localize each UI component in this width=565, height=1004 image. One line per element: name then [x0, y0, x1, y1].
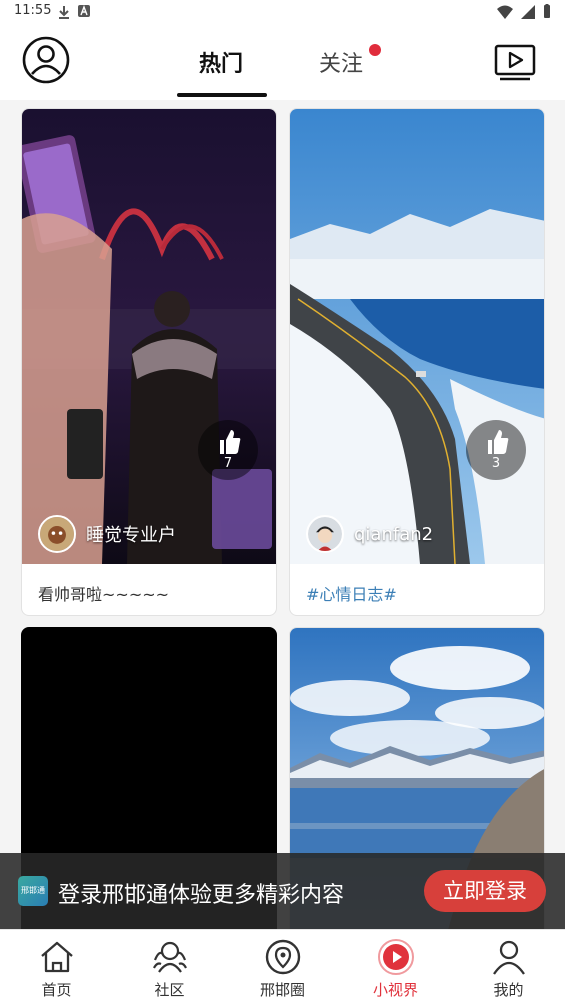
video-feed: 7 睡觉专业户 看帅哥啦~~~~~ 3 qianfan2 #心情日志#	[0, 100, 565, 930]
thumbs-up-icon	[220, 430, 241, 454]
play-circle-icon	[378, 939, 414, 975]
login-prompt-banner[interactable]: 邢邯通 登录邢邯通体验更多精彩内容 立即登录	[0, 853, 565, 929]
app-logo: 邢邯通	[18, 876, 48, 906]
video-card[interactable]: 3 qianfan2 #心情日志#	[289, 108, 545, 616]
wifi-icon	[497, 5, 513, 19]
card-hashtag[interactable]: #心情日志#	[306, 581, 397, 605]
nav-item-circle[interactable]: 邢邯圈	[226, 930, 339, 1004]
nav-item-mine[interactable]: 我的	[452, 930, 565, 1004]
download-icon	[59, 6, 69, 19]
author-name: 睡觉专业户	[86, 525, 176, 546]
login-button[interactable]: 立即登录	[424, 870, 546, 912]
signal-icon	[521, 4, 535, 19]
login-prompt-text: 登录邢邯通体验更多精彩内容	[58, 883, 345, 908]
nav-label: 小视界	[372, 981, 418, 999]
top-bar: 热门 关注	[0, 24, 565, 100]
new-content-dot	[369, 44, 381, 56]
nav-label: 社区	[154, 981, 185, 999]
thumbs-up-icon	[488, 430, 509, 454]
author-info[interactable]: 睡觉专业户	[38, 515, 176, 553]
video-thumbnail[interactable]	[22, 109, 277, 564]
active-tab-indicator	[177, 93, 267, 97]
nav-label: 我的	[493, 981, 524, 999]
tab-hot[interactable]: 热门	[199, 46, 243, 78]
nav-item-community[interactable]: 社区	[113, 930, 226, 1004]
nav-label: 邢邯圈	[259, 981, 305, 999]
nav-item-small-vision[interactable]: 小视界	[339, 930, 452, 1004]
bottom-navigation: 首页 社区 邢邯圈 小视界 我的	[0, 929, 565, 1004]
status-bar: 11:55	[0, 0, 565, 24]
status-time: 11:55	[14, 3, 52, 18]
profile-icon[interactable]	[22, 36, 70, 84]
notification-a-icon	[78, 5, 90, 17]
battery-icon	[544, 4, 550, 18]
like-count: 3	[491, 456, 501, 471]
user-icon	[493, 940, 525, 975]
nav-label: 首页	[41, 981, 72, 999]
like-button[interactable]: 3	[466, 420, 526, 480]
location-circle-icon	[265, 939, 301, 975]
home-icon	[41, 941, 73, 973]
author-avatar[interactable]	[306, 515, 344, 553]
nav-item-home[interactable]: 首页	[0, 930, 113, 1004]
community-icon	[153, 941, 187, 973]
tv-play-icon[interactable]	[494, 42, 536, 82]
author-info[interactable]: qianfan2	[306, 515, 433, 553]
video-thumbnail[interactable]	[290, 109, 545, 564]
video-card[interactable]: 7 睡觉专业户 看帅哥啦~~~~~	[21, 108, 277, 616]
like-button[interactable]: 7	[198, 420, 258, 480]
like-count: 7	[223, 456, 233, 471]
card-caption: 看帅哥啦~~~~~	[38, 585, 170, 604]
author-avatar[interactable]	[38, 515, 76, 553]
tab-follow[interactable]: 关注	[319, 46, 363, 78]
author-name: qianfan2	[354, 523, 434, 545]
